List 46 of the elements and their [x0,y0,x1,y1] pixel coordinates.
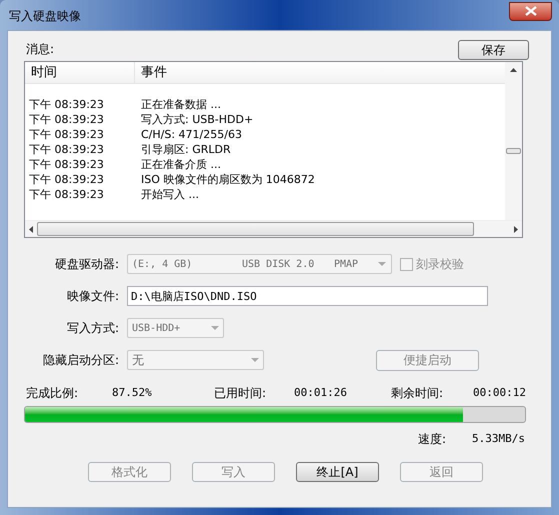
speed-value: 5.33MB/s [472,430,525,447]
event-cell-text: 写入方式: USB-HDD+ [140,112,254,128]
event-cell-text: 开始写入 ... [140,187,199,204]
caret-icon [211,326,219,330]
remaining-value: 00:00:12 [473,384,526,401]
event-cell-text: ISO 映像文件的扇区数为 1046872 [140,172,315,188]
time-cell-text: 下午 08:39:23 [28,187,105,204]
event-cell-text: 引导扇区: GRLDR [140,142,231,158]
close-icon [524,6,536,16]
image-file-label: 映像文件: [66,288,120,305]
drive-label: 硬盘驱动器: [54,256,120,273]
time-cell-text: 下午 08:39:23 [28,157,105,174]
action-button[interactable]: 终止[A] [296,462,379,482]
window-title: 写入硬盘映像 [8,8,81,25]
vertical-scrollbar[interactable] [505,62,522,220]
close-button[interactable] [509,2,552,20]
time-cell-text: 下午 08:39:23 [28,127,105,144]
remaining-label: 剩余时间: [391,385,444,402]
scroll-up-icon[interactable] [510,68,517,72]
messages-label: 消息: [25,41,54,58]
speed-label: 速度: [418,431,448,448]
save-button[interactable]: 保存 [458,40,529,60]
horizontal-scrollbar[interactable] [25,220,522,237]
time-cell-text: 下午 08:39:23 [28,142,105,158]
scroll-left-icon[interactable] [29,226,33,232]
verify-label: 刻录校验 [416,256,464,273]
event-cell-text: 正在准备介质 ... [140,157,221,174]
image-file-field[interactable]: D:\电脑店ISO\DND.ISO [127,286,488,306]
scroll-right-icon[interactable] [514,226,518,232]
caret-icon [378,262,386,266]
event-cell-text: C/H/S: 471/255/63 [140,127,242,144]
write-mode-label: 写入方式: [66,320,120,337]
caret-icon [251,358,259,362]
time-cell-text: 下午 08:39:23 [28,112,105,128]
elapsed-value: 00:01:26 [294,384,348,401]
time-cell-text: 下午 08:39:23 [28,172,105,188]
column-header[interactable]: 事件 [135,62,505,83]
percent-label: 完成比例: [25,385,80,402]
column-header[interactable]: 时间 [25,62,135,83]
scroll-thumb[interactable] [506,148,521,154]
hidden-partition-label: 隐藏启动分区: [42,352,120,369]
time-cell-text: 下午 08:39:23 [28,97,105,114]
scroll-thumb[interactable] [37,222,474,236]
event-cell-text: 正在准备数据 ... [140,97,221,114]
elapsed-label: 已用时间: [214,385,268,402]
percent-value: 87.52% [112,384,153,401]
